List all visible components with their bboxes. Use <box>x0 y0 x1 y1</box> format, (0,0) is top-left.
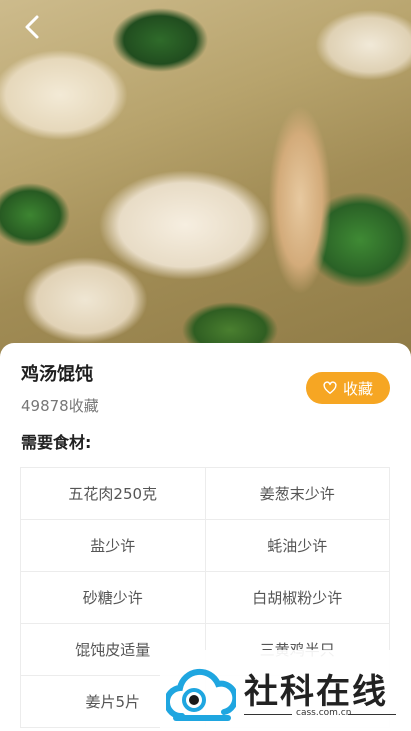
divider <box>244 714 292 715</box>
table-row: 砂糖少许 白胡椒粉少许 <box>20 571 390 623</box>
watermark-brand: 社科在线 <box>244 672 388 712</box>
ingredient-cell: 砂糖少许 <box>20 572 205 623</box>
favorite-button-label: 收藏 <box>342 379 373 398</box>
ingredient-cell: 蚝油少许 <box>204 520 390 571</box>
ingredient-cell: 五花肉250克 <box>20 468 205 519</box>
table-row: 盐少许 蚝油少许 <box>20 519 390 571</box>
table-row: 五花肉250克 姜葱末少许 <box>20 467 390 519</box>
recipe-hero-image <box>0 0 411 360</box>
ingredients-heading: 需要食材: <box>21 433 92 452</box>
favorites-count: 49878收藏 <box>21 397 99 415</box>
chevron-left-icon <box>25 15 39 39</box>
back-button[interactable] <box>18 12 48 42</box>
ingredient-cell: 白胡椒粉少许 <box>204 572 390 623</box>
divider <box>348 714 396 715</box>
recipe-title: 鸡汤馄饨 <box>21 364 93 385</box>
cloud-eye-logo-icon <box>166 668 236 721</box>
ingredient-cell: 姜葱末少许 <box>204 468 390 519</box>
watermark: 社科在线 cass.com.cn <box>160 650 411 731</box>
heart-outline-icon <box>323 381 337 394</box>
ingredient-cell: 盐少许 <box>20 520 205 571</box>
favorite-button[interactable]: 收藏 <box>306 372 390 404</box>
watermark-url: cass.com.cn <box>296 708 352 718</box>
